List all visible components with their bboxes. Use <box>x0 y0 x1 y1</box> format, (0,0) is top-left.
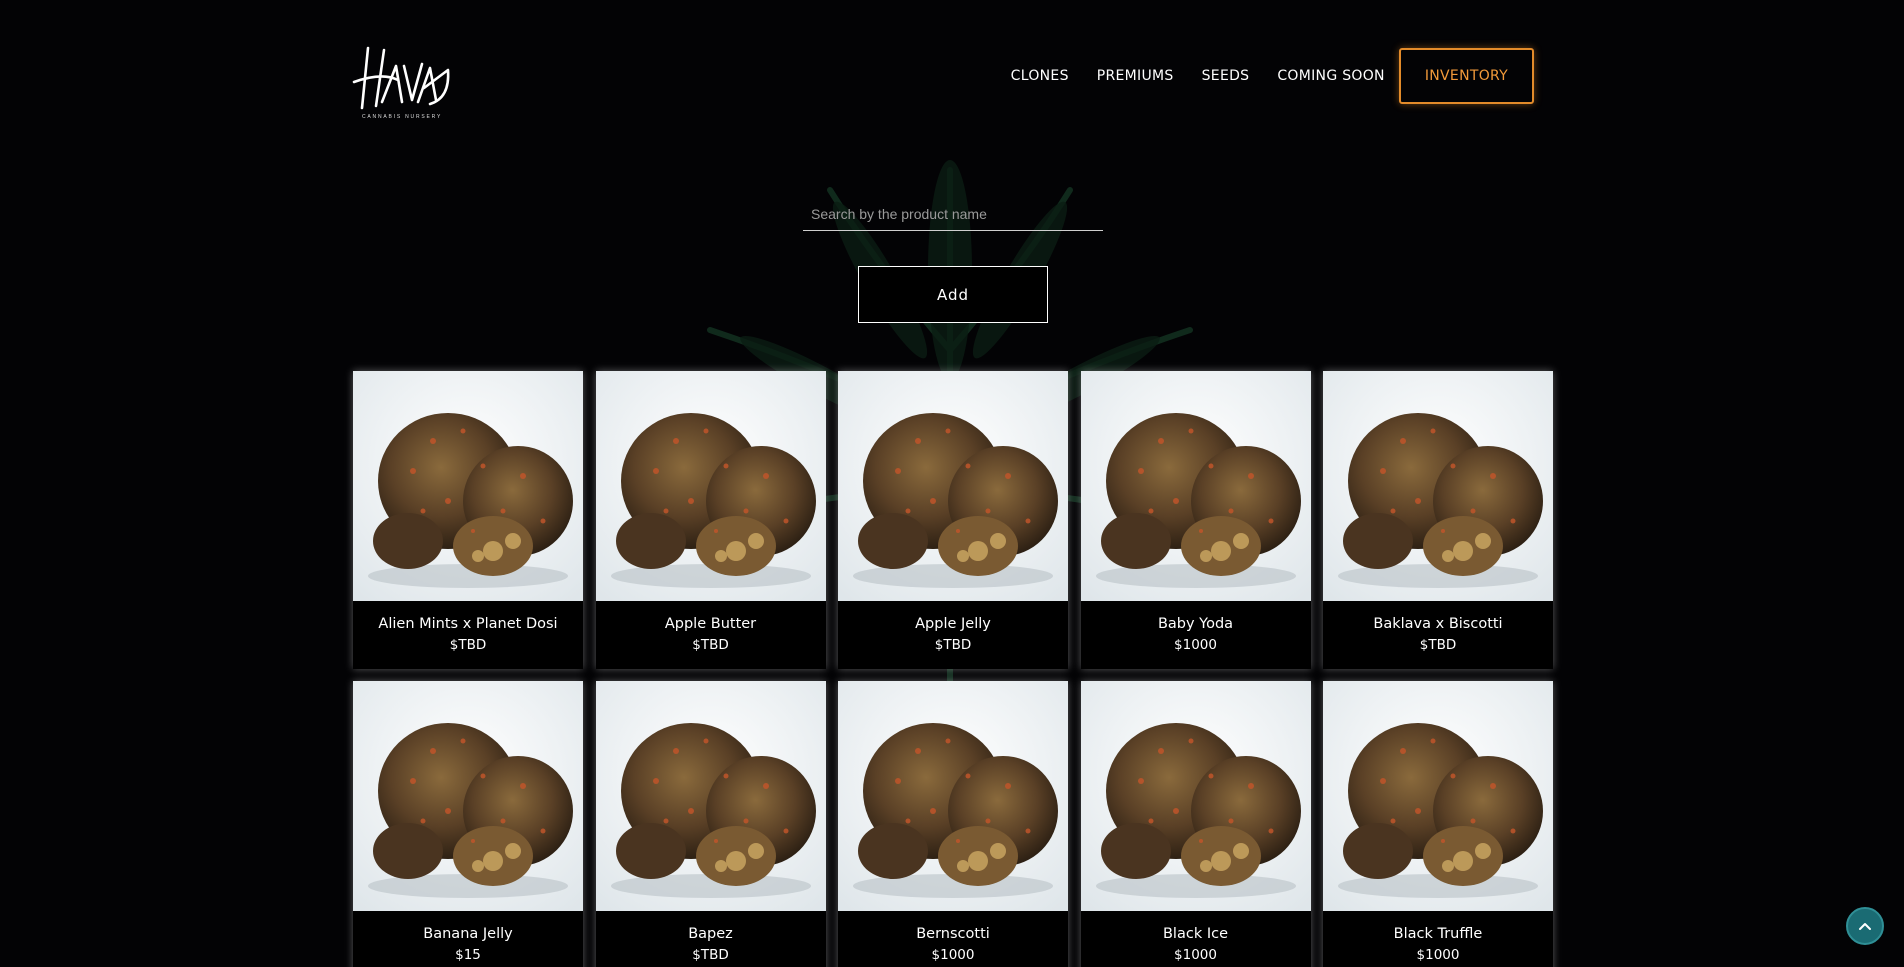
product-info: Banana Jelly $15 <box>353 911 583 967</box>
product-image <box>1323 681 1553 911</box>
nav-seeds[interactable]: SEEDS <box>1202 68 1250 84</box>
product-grid: Alien Mints x Planet Dosi $TBD Apple But… <box>353 371 1553 967</box>
product-price: $1000 <box>1416 947 1460 963</box>
product-price: $15 <box>455 947 481 963</box>
search-field <box>803 200 1103 231</box>
product-info: Black Truffle $1000 <box>1323 911 1553 967</box>
nav-clones[interactable]: CLONES <box>1011 68 1069 84</box>
chevron-up-icon <box>1859 923 1871 930</box>
product-card[interactable]: Apple Jelly $TBD <box>838 371 1068 669</box>
product-card[interactable]: Baklava x Biscotti $TBD <box>1323 371 1553 669</box>
product-info: Apple Butter $TBD <box>596 601 826 669</box>
product-card[interactable]: Alien Mints x Planet Dosi $TBD <box>353 371 583 669</box>
logo-subtitle: CANNABIS NURSERY <box>362 114 443 120</box>
back-to-top-button[interactable] <box>1846 907 1884 945</box>
product-info: Bapez $TBD <box>596 911 826 967</box>
product-name: Bapez <box>688 926 733 942</box>
product-price: $TBD <box>934 637 972 653</box>
product-info: Bernscotti $1000 <box>838 911 1068 967</box>
product-card[interactable]: Banana Jelly $15 <box>353 681 583 967</box>
product-card[interactable]: Apple Butter $TBD <box>595 371 826 669</box>
brand-logo[interactable]: CANNABIS NURSERY <box>352 44 452 124</box>
product-name: Black Ice <box>1162 926 1228 942</box>
nav-coming-soon[interactable]: COMING SOON <box>1277 68 1384 84</box>
product-info: Apple Jelly $TBD <box>838 601 1068 669</box>
product-name: Alien Mints x Planet Dosi <box>378 616 558 632</box>
product-name: Baby Yoda <box>1157 616 1234 632</box>
page: CANNABIS NURSERY CLONES PREMIUMS SEEDS C… <box>0 0 1904 967</box>
product-info: Black Ice $1000 <box>1081 911 1311 967</box>
product-price: $1000 <box>931 947 975 963</box>
logo-script-graphic <box>352 46 450 110</box>
product-info: Baby Yoda $1000 <box>1081 601 1311 669</box>
product-card[interactable]: Bapez $TBD <box>595 681 826 967</box>
product-name: Baklava x Biscotti <box>1373 616 1503 632</box>
nav-premiums[interactable]: PREMIUMS <box>1097 68 1174 84</box>
product-image <box>595 371 826 601</box>
product-name: Apple Butter <box>664 616 757 632</box>
product-name: Apple Jelly <box>915 616 991 632</box>
product-info: Baklava x Biscotti $TBD <box>1323 601 1553 669</box>
product-card[interactable]: Bernscotti $1000 <box>838 681 1068 967</box>
product-name: Banana Jelly <box>423 926 513 942</box>
nav-inventory-button[interactable]: INVENTORY <box>1398 48 1534 104</box>
product-info: Alien Mints x Planet Dosi $TBD <box>353 601 583 669</box>
product-price: $TBD <box>692 637 729 653</box>
product-price: $TBD <box>1419 637 1457 653</box>
search-input[interactable] <box>803 200 1103 228</box>
product-card[interactable]: Black Ice $1000 <box>1080 681 1311 967</box>
product-image <box>1080 371 1311 601</box>
product-image <box>1323 371 1553 601</box>
product-price: $TBD <box>692 947 729 963</box>
product-name: Black Truffle <box>1393 926 1483 942</box>
main-nav: CLONES PREMIUMS SEEDS COMING SOON INVENT… <box>1011 48 1534 104</box>
product-card[interactable]: Baby Yoda $1000 <box>1080 371 1311 669</box>
product-price: $1000 <box>1174 947 1217 963</box>
product-image <box>838 371 1068 601</box>
product-image <box>595 681 826 911</box>
product-image <box>838 681 1068 911</box>
product-price: $1000 <box>1174 637 1217 653</box>
product-name: Bernscotti <box>916 926 990 942</box>
product-card[interactable]: Black Truffle $1000 <box>1323 681 1553 967</box>
add-button[interactable]: Add <box>858 266 1048 323</box>
product-image <box>353 371 583 601</box>
product-image <box>1080 681 1311 911</box>
product-image <box>353 681 583 911</box>
product-price: $TBD <box>449 637 487 653</box>
